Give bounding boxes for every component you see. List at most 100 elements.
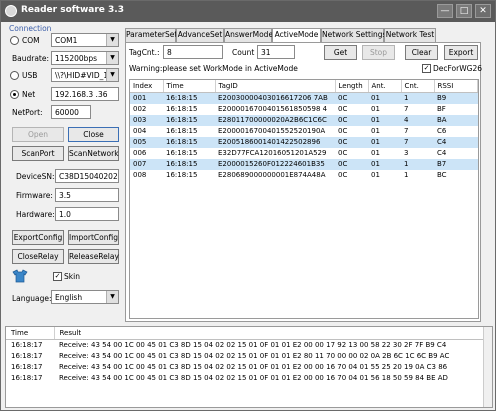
export-button[interactable]: Export bbox=[444, 45, 478, 60]
table-cell: C6 bbox=[437, 127, 447, 135]
table-cell: 7 bbox=[404, 105, 409, 113]
table-cell: 01 bbox=[368, 114, 401, 126]
tab-answermode[interactable]: AnswerMode bbox=[224, 28, 273, 42]
scannetwork-button[interactable]: ScanNetwork bbox=[68, 146, 119, 161]
col-log-result[interactable]: Result bbox=[54, 327, 492, 340]
log-row[interactable]: 16:18:17 Receive: 43 54 00 1C 00 45 01 C3… bbox=[6, 351, 492, 362]
com-radio[interactable] bbox=[10, 36, 19, 45]
stop-button[interactable]: Stop bbox=[362, 45, 395, 60]
table-cell: 005 bbox=[130, 136, 163, 148]
table-cell: E20030000403016617206 7AB bbox=[215, 92, 335, 104]
table-row[interactable]: 005 16:18:15 E2005186001401422502896 0C 01 7 C… bbox=[130, 136, 478, 148]
table-cell: 4 bbox=[401, 114, 434, 126]
decforwg26-checkbox[interactable]: ✓ bbox=[422, 64, 431, 73]
col-index[interactable]: Index bbox=[130, 80, 164, 93]
log-cell: 16:18:17 bbox=[11, 363, 43, 371]
connection-group-label: Connection bbox=[9, 24, 52, 33]
col-length[interactable]: Length bbox=[335, 80, 369, 93]
table-cell: C4 bbox=[437, 149, 447, 157]
col-log-time[interactable]: Time bbox=[6, 327, 55, 340]
log-table[interactable]: Time Result 16:18:17 Receive: 43 54 00 1C… bbox=[5, 326, 493, 408]
table-cell: 0C bbox=[335, 92, 368, 104]
log-scrollbar[interactable] bbox=[483, 327, 492, 407]
col-rssi[interactable]: RSSI bbox=[434, 80, 478, 93]
export-config-button[interactable]: ExportConfig bbox=[12, 230, 64, 245]
table-cell: 007 bbox=[130, 158, 163, 170]
chevron-down-icon: ▼ bbox=[106, 69, 118, 81]
net-radio[interactable] bbox=[10, 90, 19, 99]
col-cnt[interactable]: Cnt. bbox=[401, 80, 435, 93]
netport-field[interactable]: 60000 bbox=[51, 105, 91, 119]
table-row[interactable]: 006 16:18:15 E32D77FCA12016051201A529 0C 01 3… bbox=[130, 148, 478, 159]
netport-label: NetPort: bbox=[12, 108, 43, 117]
table-row[interactable]: 001 16:18:15 E20030000403016617206 7AB 0C 01… bbox=[130, 92, 478, 104]
baudrate-select[interactable]: 115200bps ▼ bbox=[51, 51, 119, 65]
col-tagid[interactable]: TagID bbox=[215, 80, 336, 93]
table-row[interactable]: 004 16:18:15 E2000016700401552520190A 0C 01 7… bbox=[130, 126, 478, 137]
warning-text: Warning:please set WorkMode in ActiveMod… bbox=[129, 64, 298, 73]
usb-device-select[interactable]: \\?\HID#VID_1A ▼ bbox=[51, 68, 119, 82]
tag-table[interactable]: Index Time TagID Length Ant. Cnt. RSSI 0… bbox=[129, 79, 479, 319]
get-button[interactable]: Get bbox=[324, 45, 357, 60]
table-cell: 3 bbox=[404, 149, 409, 157]
skin-label: Skin bbox=[64, 272, 80, 281]
usb-radio[interactable] bbox=[10, 71, 19, 80]
tab-network-test[interactable]: Network Test bbox=[384, 28, 436, 42]
scanport-button[interactable]: ScanPort bbox=[12, 146, 64, 161]
shirt-icon[interactable] bbox=[12, 269, 28, 283]
table-row[interactable]: 008 16:18:15 E280689000000001E874A48A 0C 01 1… bbox=[130, 170, 478, 181]
close-relay-button[interactable]: CloseRelay bbox=[12, 249, 64, 264]
log-row[interactable]: 16:18:17 Receive: 43 54 00 1C 00 45 01 C3… bbox=[6, 340, 492, 351]
table-cell: 1 bbox=[401, 158, 434, 170]
table-cell: E2005186001401422502896 bbox=[215, 136, 335, 148]
decforwg26-label: DecForWG26 bbox=[433, 64, 483, 73]
tagcnt-label: TagCnt.: bbox=[129, 48, 160, 57]
table-cell: C4 bbox=[434, 136, 478, 148]
log-cell: 16:18:17 bbox=[11, 374, 43, 382]
skin-checkbox[interactable]: ✓ bbox=[53, 272, 62, 281]
tab-activemode[interactable]: ActiveMode bbox=[272, 28, 321, 43]
com-port-value: COM1 bbox=[55, 36, 78, 45]
table-cell: E2000016700401552520190A bbox=[218, 127, 326, 135]
tab-parameterset[interactable]: ParameterSet bbox=[125, 28, 177, 42]
firmware-field[interactable]: 3.5 bbox=[55, 188, 119, 202]
open-button[interactable]: Open bbox=[12, 127, 64, 142]
import-config-button[interactable]: ImportConfig bbox=[68, 230, 119, 245]
devicesn-field[interactable]: C38D1504020215 bbox=[55, 169, 119, 183]
clear-button[interactable]: Clear bbox=[405, 45, 438, 60]
tab-network-settings[interactable]: Network Settings bbox=[321, 28, 386, 42]
com-port-select[interactable]: COM1 ▼ bbox=[51, 33, 119, 47]
language-select[interactable]: English ▼ bbox=[51, 290, 119, 304]
table-cell: E32D77FCA12016051201A529 bbox=[218, 149, 327, 157]
maximize-button[interactable]: □ bbox=[456, 4, 472, 18]
table-cell: 006 bbox=[133, 149, 147, 157]
count-field[interactable]: 31 bbox=[257, 45, 295, 59]
table-cell: BA bbox=[434, 114, 478, 126]
col-ant[interactable]: Ant. bbox=[368, 80, 402, 93]
release-relay-button[interactable]: ReleaseRelay bbox=[68, 249, 119, 264]
tab-advanceset[interactable]: AdvanceSet bbox=[176, 28, 224, 42]
hardware-field[interactable]: 1.0 bbox=[55, 207, 119, 221]
tagcnt-field[interactable]: 8 bbox=[163, 45, 223, 59]
table-cell: 002 bbox=[133, 105, 147, 113]
usb-label: USB bbox=[22, 71, 38, 80]
table-row[interactable]: 003 16:18:15 E28011700000020A2B6C1C6C 0C 01 4… bbox=[130, 114, 478, 126]
table-cell: 16:18:15 bbox=[163, 158, 215, 170]
close-button[interactable]: Close bbox=[68, 127, 119, 142]
table-row[interactable]: 007 16:18:15 E2000015260F012224601B35 0C 01 1… bbox=[130, 158, 478, 170]
tag-table-header: Index Time TagID Length Ant. Cnt. RSSI bbox=[130, 80, 478, 93]
col-time[interactable]: Time bbox=[163, 80, 216, 93]
title-bar[interactable]: Reader software 3.3 — □ ✕ bbox=[1, 1, 495, 22]
net-ip-field[interactable]: 192.168.3 .36 bbox=[51, 87, 119, 101]
table-cell: 0C bbox=[338, 127, 348, 135]
close-window-button[interactable]: ✕ bbox=[475, 4, 491, 18]
table-cell: 0C bbox=[338, 105, 348, 113]
log-row[interactable]: 16:18:17 Receive: 43 54 00 1C 00 45 01 C3… bbox=[6, 362, 492, 373]
table-cell: 1 bbox=[401, 92, 434, 104]
log-cell: Receive: 43 54 00 1C 00 45 01 C3 8D 15 0… bbox=[59, 341, 447, 350]
table-cell: 7 bbox=[401, 136, 434, 148]
minimize-button[interactable]: — bbox=[437, 4, 453, 18]
log-cell: Receive: 43 54 00 1C 00 45 01 C3 8D 15 0… bbox=[59, 352, 450, 360]
log-row[interactable]: 16:18:17 Receive: 43 54 00 1C 00 45 01 C3… bbox=[6, 373, 492, 384]
table-row[interactable]: 002 16:18:15 E2000016700401561850598 4 0C 01… bbox=[130, 104, 478, 115]
